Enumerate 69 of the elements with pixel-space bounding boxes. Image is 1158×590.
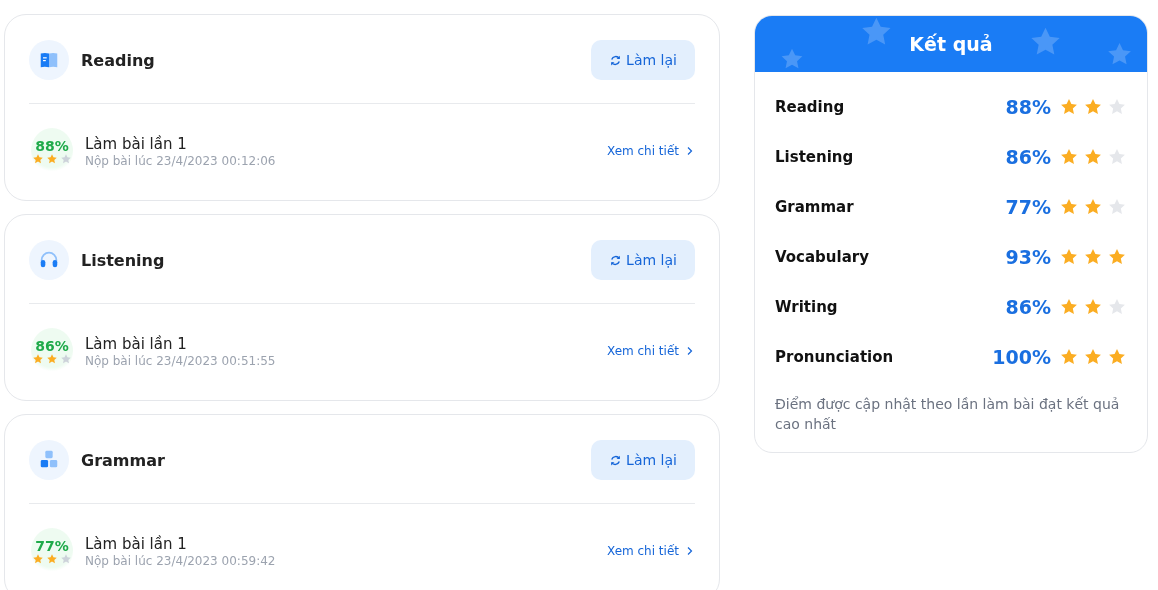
- star-icon: [1083, 197, 1103, 217]
- results-title: Kết quả: [909, 33, 993, 55]
- star-icon: [32, 152, 44, 165]
- chevron-right-icon: [685, 546, 695, 556]
- star-icon: [1059, 147, 1079, 167]
- star-icon: [1108, 43, 1131, 65]
- star-icon: [1083, 97, 1103, 117]
- submitted-time: Nộp bài lúc 23/4/2023 00:51:55: [85, 353, 277, 368]
- star-icon: [1059, 97, 1079, 117]
- submitted-time: Nộp bài lúc 23/4/2023 00:12:06: [85, 153, 277, 168]
- section-title: Grammar: [81, 450, 166, 470]
- star-icon: [46, 352, 58, 365]
- detail-link[interactable]: Xem chi tiết: [606, 144, 695, 158]
- retry-button[interactable]: Làm lại: [591, 440, 695, 480]
- skill-name: Reading: [775, 98, 846, 116]
- detail-link[interactable]: Xem chi tiết: [606, 544, 695, 558]
- score-percent: 86%: [35, 337, 69, 354]
- skill-score: 77%: [1005, 196, 1051, 218]
- score-percent: 77%: [35, 537, 69, 554]
- refresh-icon: [609, 53, 623, 67]
- submitted-time: Nộp bài lúc 23/4/2023 00:59:42: [85, 553, 277, 568]
- skill-score: 88%: [1005, 96, 1051, 118]
- star-icon: [32, 352, 44, 365]
- skill-name: Vocabulary: [775, 248, 870, 266]
- detail-link[interactable]: Xem chi tiết: [606, 344, 695, 358]
- attempt-title: Làm bài lần 1: [85, 334, 188, 353]
- retry-button[interactable]: Làm lại: [591, 40, 695, 80]
- results-note: Điểm được cập nhật theo lần làm bài đạt kết quả cao nhất: [775, 395, 1121, 434]
- star-icon: [1059, 247, 1079, 267]
- refresh-icon: [609, 453, 623, 467]
- skill-name: Pronunciation: [775, 348, 895, 366]
- star-icon: [1059, 347, 1079, 367]
- star-icon: [60, 552, 72, 565]
- star-icon: [60, 352, 72, 365]
- star-icon: [1059, 197, 1079, 217]
- skill-name: Grammar: [775, 198, 855, 216]
- skill-name: Listening: [775, 148, 855, 166]
- skill-name: Writing: [775, 298, 839, 316]
- section-title: Reading: [81, 50, 156, 70]
- star-icon: [32, 552, 44, 565]
- chevron-right-icon: [685, 346, 695, 356]
- skill-score: 100%: [992, 346, 1051, 368]
- star-icon: [1031, 27, 1060, 55]
- score-percent: 88%: [35, 137, 69, 154]
- star-icon: [46, 552, 58, 565]
- retry-button[interactable]: Làm lại: [591, 240, 695, 280]
- refresh-icon: [609, 253, 623, 267]
- star-icon: [1083, 147, 1103, 167]
- star-icon: [1107, 297, 1127, 317]
- star-icon: [1107, 197, 1127, 217]
- skill-score: 86%: [1005, 296, 1051, 318]
- chevron-right-icon: [685, 146, 695, 156]
- skill-score: 86%: [1005, 146, 1051, 168]
- star-icon: [862, 17, 891, 45]
- star-icon: [1107, 247, 1127, 267]
- star-icon: [60, 152, 72, 165]
- star-icon: [781, 48, 803, 69]
- star-icon: [1059, 297, 1079, 317]
- skill-score: 93%: [1005, 246, 1051, 268]
- star-icon: [1083, 297, 1103, 317]
- star-icon: [1083, 247, 1103, 267]
- star-icon: [1083, 347, 1103, 367]
- section-title: Listening: [81, 250, 166, 270]
- attempt-title: Làm bài lần 1: [85, 134, 188, 153]
- attempt-title: Làm bài lần 1: [85, 534, 188, 553]
- star-icon: [46, 152, 58, 165]
- star-icon: [1107, 97, 1127, 117]
- star-icon: [1107, 347, 1127, 367]
- star-icon: [1107, 147, 1127, 167]
